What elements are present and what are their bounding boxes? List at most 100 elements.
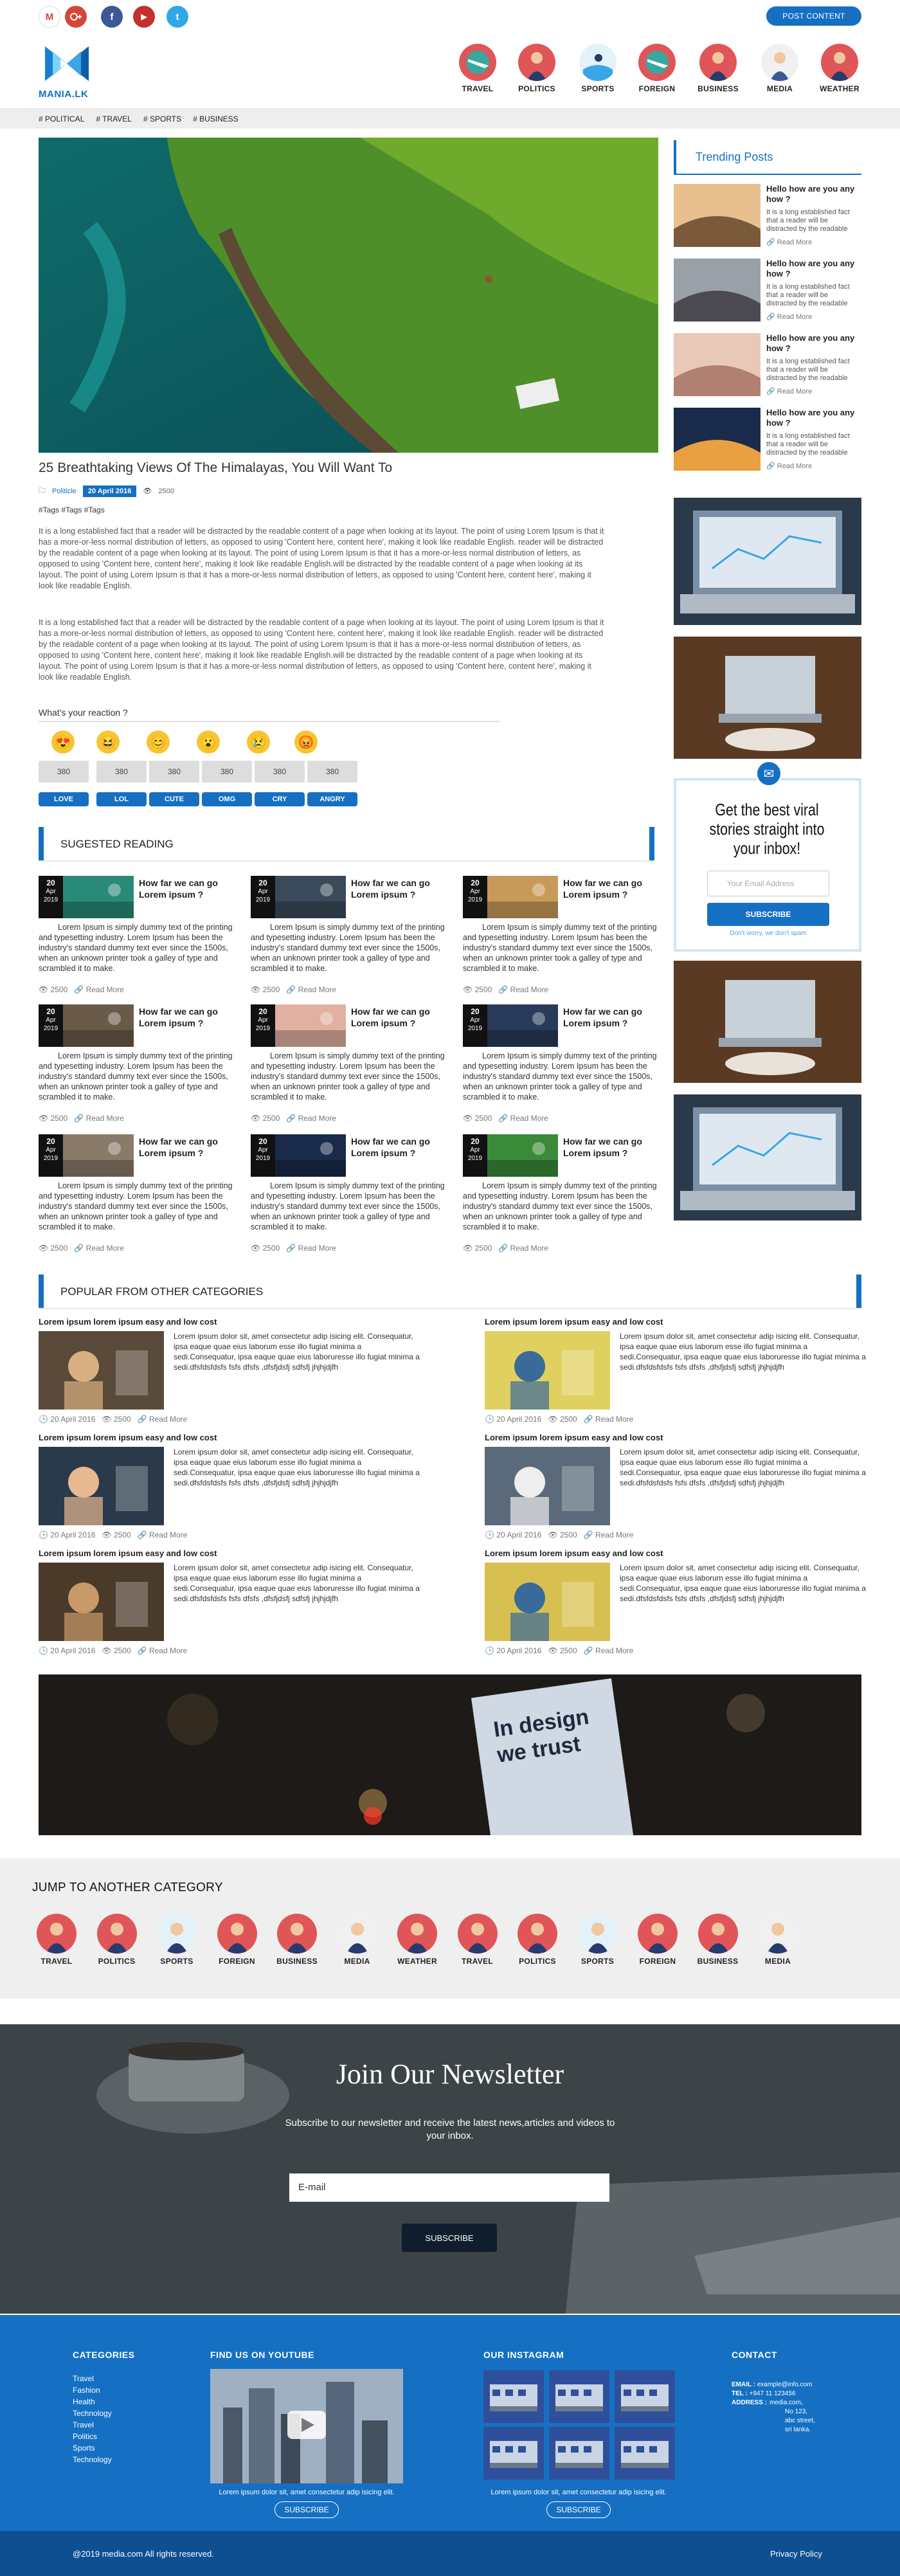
suggested-title[interactable]: How far we can go Lorem ipsum ? xyxy=(139,1006,235,1029)
newsletter-email-input[interactable]: E-mail xyxy=(289,2173,609,2202)
suggested-item[interactable]: 20 Apr 2019 How far we can go Lorem ipsum … xyxy=(251,1004,450,1130)
suggested-item[interactable]: 20 Apr 2019 How far we can go Lorem ipsum … xyxy=(39,1004,238,1130)
suggested-item[interactable]: 20 Apr 2019 How far we can go Lorem ipsum … xyxy=(39,876,238,1001)
footer-category-link[interactable]: Technology xyxy=(73,2454,112,2465)
contact-email[interactable]: example@info.com xyxy=(757,2381,813,2388)
read-more-link[interactable]: 🔗 Read More xyxy=(766,238,812,246)
nav-weather[interactable]: WEATHER xyxy=(814,44,865,93)
instagram-image[interactable] xyxy=(549,2427,609,2480)
article-tags[interactable]: #Tags #Tags #Tags xyxy=(39,505,105,514)
post-content-button[interactable]: POST CONTENT xyxy=(766,6,861,26)
suggested-item[interactable]: 20 Apr 2019 How far we can go Lorem ipsum … xyxy=(463,1134,662,1260)
sidebar-email-input[interactable]: Your Email Address xyxy=(707,871,829,896)
logo-icon[interactable] xyxy=(40,42,94,85)
jump-item-business[interactable]: BUSINESS xyxy=(269,1914,325,1966)
read-more-link[interactable]: Read More xyxy=(86,1114,124,1123)
jump-item-media[interactable]: MEDIA xyxy=(329,1914,386,1966)
twitter-icon[interactable]: t xyxy=(166,6,188,28)
read-more-link[interactable]: Read More xyxy=(298,985,336,994)
tag-political[interactable]: # POLITICAL xyxy=(39,114,84,123)
article-category[interactable]: Politicle xyxy=(52,487,76,495)
google-plus-icon[interactable] xyxy=(65,6,87,28)
reaction-button-cry[interactable]: CRY xyxy=(255,792,305,806)
tag-business[interactable]: # BUSINESS xyxy=(193,114,239,123)
trending-item[interactable]: Hello how are you any how ? It is a long… xyxy=(674,259,861,328)
contact-tel[interactable]: +947 11 123456 xyxy=(750,2390,796,2397)
reaction-emoji-icon[interactable]: 😢 xyxy=(247,730,270,754)
suggested-item[interactable]: 20 Apr 2019 How far we can go Lorem ipsum … xyxy=(463,876,662,1001)
suggested-title[interactable]: How far we can go Lorem ipsum ? xyxy=(351,1006,447,1029)
read-more-link[interactable]: Read More xyxy=(595,1646,633,1655)
read-more-link[interactable]: 🔗 Read More xyxy=(766,387,812,395)
tag-travel[interactable]: # TRAVEL xyxy=(96,114,132,123)
popular-item[interactable]: Lorem ipsum lorem ipsum easy and low cos… xyxy=(485,1433,877,1543)
newsletter-subscribe-button[interactable]: SUBSCRIBE xyxy=(402,2224,497,2252)
suggested-title[interactable]: How far we can go Lorem ipsum ? xyxy=(139,877,235,900)
popular-item[interactable]: Lorem ipsum lorem ipsum easy and low cos… xyxy=(485,1317,877,1428)
instagram-image[interactable] xyxy=(483,2427,544,2480)
privacy-policy-link[interactable]: Privacy Policy xyxy=(770,2549,822,2559)
jump-item-politics[interactable]: POLITICS xyxy=(509,1914,566,1966)
suggested-title[interactable]: How far we can go Lorem ipsum ? xyxy=(563,877,660,900)
suggested-title[interactable]: How far we can go Lorem ipsum ? xyxy=(563,1136,660,1159)
logo-text[interactable]: MANIA.LK xyxy=(39,89,88,100)
read-more-link[interactable]: Read More xyxy=(298,1244,336,1253)
suggested-item[interactable]: 20 Apr 2019 How far we can go Lorem ipsum … xyxy=(251,876,450,1001)
youtube-subscribe-button[interactable]: SUBSCRIBE xyxy=(274,2501,339,2518)
sidebar-subscribe-button[interactable]: SUBSCRIBE xyxy=(707,903,829,926)
jump-item-travel[interactable]: TRAVEL xyxy=(28,1914,85,1966)
ad-banner[interactable]: In design we trust xyxy=(39,1674,861,1835)
gmail-icon[interactable]: M xyxy=(39,6,60,28)
jump-item-travel[interactable]: TRAVEL xyxy=(449,1914,506,1966)
instagram-subscribe-button[interactable]: SUBSCRIBE xyxy=(546,2501,611,2518)
instagram-image[interactable] xyxy=(549,2370,609,2423)
jump-item-politics[interactable]: POLITICS xyxy=(89,1914,145,1966)
nav-sports[interactable]: SPORTS xyxy=(572,44,624,93)
article-title[interactable]: 25 Breathtaking Views Of The Himalayas, … xyxy=(39,460,392,476)
popular-title[interactable]: Lorem ipsum lorem ipsum easy and low cos… xyxy=(485,1317,663,1327)
trending-item[interactable]: Hello how are you any how ? It is a long… xyxy=(674,333,861,403)
suggested-title[interactable]: How far we can go Lorem ipsum ? xyxy=(351,1136,447,1159)
nav-politics[interactable]: POLITICS xyxy=(511,44,562,93)
suggested-title[interactable]: How far we can go Lorem ipsum ? xyxy=(563,1006,660,1029)
reaction-button-cute[interactable]: CUTE xyxy=(149,792,199,806)
popular-title[interactable]: Lorem ipsum lorem ipsum easy and low cos… xyxy=(39,1317,217,1327)
trending-title[interactable]: Hello how are you any how ? xyxy=(766,259,860,279)
reaction-emoji-icon[interactable]: 😊 xyxy=(147,730,170,754)
trending-title[interactable]: Hello how are you any how ? xyxy=(766,408,860,428)
read-more-link[interactable]: Read More xyxy=(510,1114,548,1123)
suggested-item[interactable]: 20 Apr 2019 How far we can go Lorem ipsum … xyxy=(463,1004,662,1130)
youtube-video[interactable] xyxy=(210,2369,403,2483)
footer-category-link[interactable]: Health xyxy=(73,2396,95,2408)
suggested-item[interactable]: 20 Apr 2019 How far we can go Lorem ipsum … xyxy=(39,1134,238,1260)
popular-item[interactable]: Lorem ipsum lorem ipsum easy and low cos… xyxy=(39,1548,431,1659)
jump-item-business[interactable]: BUSINESS xyxy=(690,1914,746,1966)
facebook-icon[interactable]: f xyxy=(101,6,123,28)
popular-item[interactable]: Lorem ipsum lorem ipsum easy and low cos… xyxy=(39,1433,431,1543)
popular-title[interactable]: Lorem ipsum lorem ipsum easy and low cos… xyxy=(39,1548,217,1558)
read-more-link[interactable]: 🔗 Read More xyxy=(766,313,812,321)
popular-item[interactable]: Lorem ipsum lorem ipsum easy and low cos… xyxy=(39,1317,431,1428)
jump-item-weather[interactable]: WEATHER xyxy=(389,1914,446,1966)
suggested-item[interactable]: 20 Apr 2019 How far we can go Lorem ipsum … xyxy=(251,1134,450,1260)
footer-category-link[interactable]: Technology xyxy=(73,2408,112,2419)
instagram-image[interactable] xyxy=(615,2427,675,2480)
read-more-link[interactable]: Read More xyxy=(510,985,548,994)
trending-title[interactable]: Hello how are you any how ? xyxy=(766,184,860,204)
read-more-link[interactable]: Read More xyxy=(149,1530,187,1539)
trending-item[interactable]: Hello how are you any how ? It is a long… xyxy=(674,184,861,253)
reaction-emoji-icon[interactable]: 😆 xyxy=(96,730,120,754)
nav-media[interactable]: MEDIA xyxy=(754,44,806,93)
popular-title[interactable]: Lorem ipsum lorem ipsum easy and low cos… xyxy=(485,1433,663,1442)
tag-sports[interactable]: # SPORTS xyxy=(143,114,181,123)
suggested-title[interactable]: How far we can go Lorem ipsum ? xyxy=(351,877,447,900)
popular-title[interactable]: Lorem ipsum lorem ipsum easy and low cos… xyxy=(485,1548,663,1558)
read-more-link[interactable]: Read More xyxy=(86,985,124,994)
read-more-link[interactable]: Read More xyxy=(149,1646,187,1655)
jump-item-sports[interactable]: SPORTS xyxy=(570,1914,626,1966)
reaction-button-lol[interactable]: LOL xyxy=(96,792,147,806)
nav-business[interactable]: BUSINESS xyxy=(692,44,744,93)
read-more-link[interactable]: Read More xyxy=(149,1415,187,1424)
reaction-button-omg[interactable]: OMG xyxy=(202,792,252,806)
footer-category-link[interactable]: Fashion xyxy=(73,2384,100,2396)
